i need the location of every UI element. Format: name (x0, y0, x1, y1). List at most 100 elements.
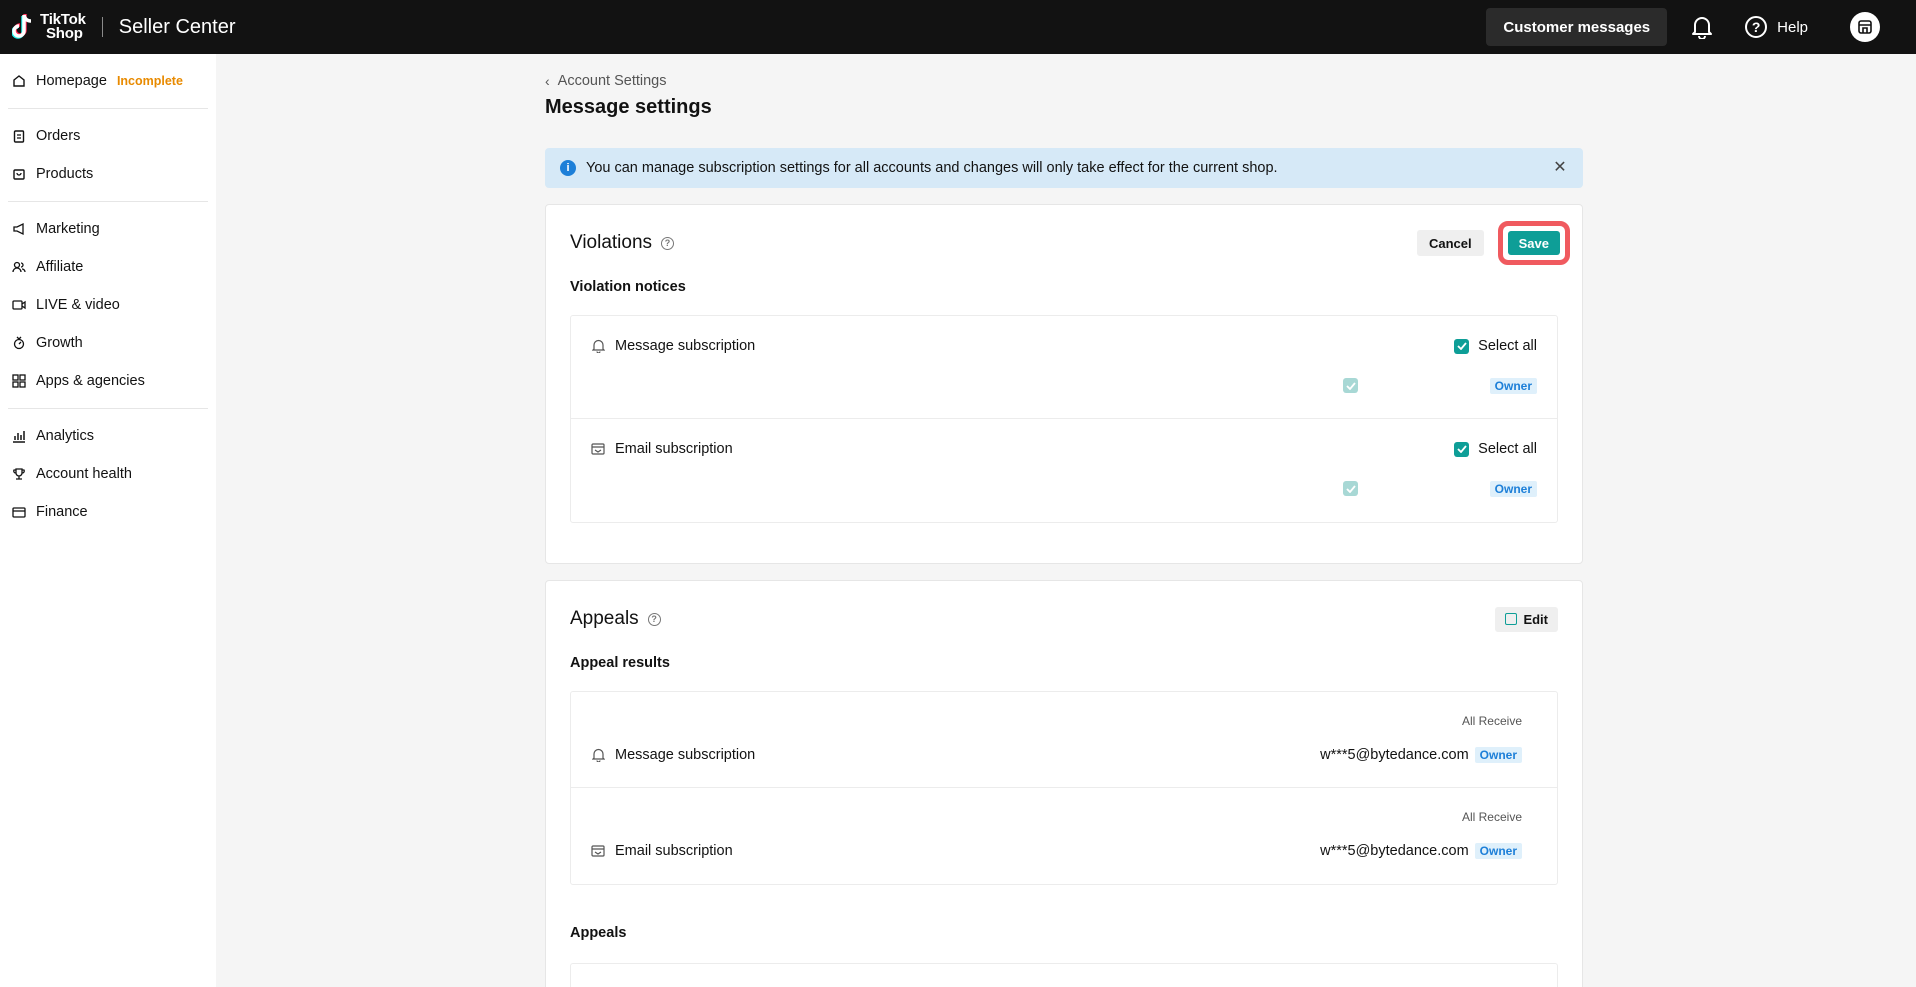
owner-badge: Owner (1489, 481, 1537, 497)
megaphone-icon (12, 222, 26, 236)
top-navigation-bar: TikTok Shop Seller Center Customer messa… (0, 0, 1916, 54)
edit-icon (1505, 613, 1518, 625)
sidebar-item-affiliate[interactable]: Affiliate (8, 248, 208, 286)
sidebar-item-growth[interactable]: Growth (8, 324, 208, 362)
sidebar-item-label: Apps & agencies (36, 373, 145, 389)
breadcrumb-label: Account Settings (557, 73, 667, 89)
question-icon[interactable]: ? (661, 236, 675, 250)
appeals-table (570, 963, 1558, 987)
mail-icon (591, 442, 605, 456)
chart-icon (12, 429, 26, 443)
subscription-table: Message subscription Select all Owner Em… (570, 315, 1558, 523)
sidebar-item-label: LIVE & video (36, 297, 120, 313)
sidebar-item-label: Homepage (36, 73, 107, 89)
sidebar-item-label: Finance (36, 504, 88, 520)
owner-badge: Owner (1489, 378, 1537, 394)
select-all-checkbox[interactable]: Select all (1454, 441, 1537, 457)
app-title: Seller Center (118, 15, 236, 38)
table-row: All Receive Email subscription w***5@byt… (571, 788, 1557, 884)
sidebar-item-products[interactable]: Products (8, 155, 208, 193)
recipient-email: w***5@bytedance.com Owner (1320, 843, 1522, 859)
logo-separator (101, 17, 103, 37)
save-button[interactable]: Save (1507, 231, 1560, 255)
question-icon[interactable]: ? (647, 612, 661, 626)
tiktok-note-icon (11, 13, 34, 41)
sidebar-item-label: Analytics (36, 428, 95, 444)
checkbox-checked-icon (1454, 338, 1470, 354)
appeals-title: Appeals ? (570, 608, 661, 630)
sidebar-item-label: Account health (36, 466, 132, 482)
owner-checkbox-disabled (1343, 481, 1358, 496)
wallet-icon (12, 505, 26, 519)
row-label: Email subscription (615, 441, 733, 457)
help-icon: ? (1745, 16, 1768, 38)
owner-badge: Owner (1474, 843, 1522, 859)
bell-icon (591, 748, 605, 762)
sidebar-item-label: Growth (36, 335, 83, 351)
appeals-card: Appeals ? Edit Appeal results All Receiv… (545, 580, 1583, 987)
section-label: Appeal results (570, 655, 670, 671)
tiktok-shop-logo[interactable]: TikTok Shop (11, 0, 86, 54)
sidebar-item-label: Orders (36, 128, 81, 144)
select-all-checkbox[interactable]: Select all (1454, 338, 1537, 354)
page-title: Message settings (545, 96, 712, 118)
people-icon (12, 260, 26, 274)
breadcrumb[interactable]: ‹ Account Settings (545, 72, 1583, 90)
growth-icon (12, 336, 26, 350)
column-header: All Receive (1461, 810, 1522, 824)
sidebar-item-orders[interactable]: Orders (8, 117, 208, 155)
grid-icon (12, 374, 26, 388)
recipient-email: w***5@bytedance.com Owner (1320, 747, 1522, 763)
cancel-button[interactable]: Cancel (1416, 230, 1484, 256)
main-content: ‹ Account Settings Message settings i Yo… (545, 54, 1583, 987)
save-highlight: Save (1497, 221, 1570, 265)
shop-avatar[interactable] (1850, 12, 1880, 42)
owner-checkbox-disabled (1343, 378, 1358, 393)
violations-card: Violations ? Cancel Save Violation notic… (545, 204, 1583, 564)
nav-group: Homepage Incomplete (8, 54, 208, 109)
close-icon[interactable]: ✕ (1551, 158, 1569, 176)
nav-group: Marketing Affiliate LIVE & video Growth … (8, 202, 208, 409)
appeal-results-table: All Receive Message subscription w***5@b… (570, 691, 1558, 885)
checkbox-checked-icon (1454, 441, 1470, 457)
table-row: Message subscription Select all Owner (571, 316, 1557, 419)
row-label: Message subscription (615, 747, 756, 763)
row-label: Message subscription (615, 338, 756, 354)
logo-text: TikTok Shop (40, 11, 86, 42)
column-header: All Receive (1461, 714, 1522, 728)
table-row: Email subscription Select all Owner (571, 419, 1557, 522)
banner-text: You can manage subscription settings for… (586, 160, 1278, 176)
sidebar-item-marketing[interactable]: Marketing (8, 210, 208, 248)
help-link[interactable]: ? Help (1745, 16, 1808, 38)
sidebar-item-label: Products (36, 166, 94, 182)
sidebar-item-homepage[interactable]: Homepage Incomplete (8, 62, 208, 100)
section-label: Appeals (570, 925, 627, 941)
section-label: Violation notices (570, 279, 686, 295)
sidebar-item-label: Affiliate (36, 259, 84, 275)
table-row: All Receive Message subscription w***5@b… (571, 692, 1557, 788)
chevron-left-icon: ‹ (545, 73, 550, 89)
notifications-bell-icon[interactable] (1689, 14, 1715, 40)
trophy-icon (12, 467, 26, 481)
bag-icon (12, 167, 26, 181)
video-icon (12, 298, 26, 312)
mail-icon (591, 844, 605, 858)
customer-messages-button[interactable]: Customer messages (1486, 8, 1668, 46)
info-banner: i You can manage subscription settings f… (545, 148, 1583, 188)
info-icon: i (560, 160, 576, 176)
sidebar-item-finance[interactable]: Finance (8, 493, 208, 531)
nav-group: Orders Products (8, 109, 208, 202)
sidebar-item-apps-agencies[interactable]: Apps & agencies (8, 362, 208, 400)
sidebar-item-live-video[interactable]: LIVE & video (8, 286, 208, 324)
incomplete-badge: Incomplete (116, 74, 183, 88)
row-label: Email subscription (615, 843, 733, 859)
home-icon (12, 74, 26, 88)
sidebar-item-account-health[interactable]: Account health (8, 455, 208, 493)
sidebar-item-label: Marketing (36, 221, 100, 237)
sidebar: Homepage Incomplete Orders Products Mark… (0, 54, 216, 987)
edit-button[interactable]: Edit (1495, 606, 1558, 632)
sidebar-item-analytics[interactable]: Analytics (8, 417, 208, 455)
clipboard-icon (12, 129, 26, 143)
bell-icon (591, 339, 605, 353)
violations-title: Violations ? (570, 232, 675, 254)
